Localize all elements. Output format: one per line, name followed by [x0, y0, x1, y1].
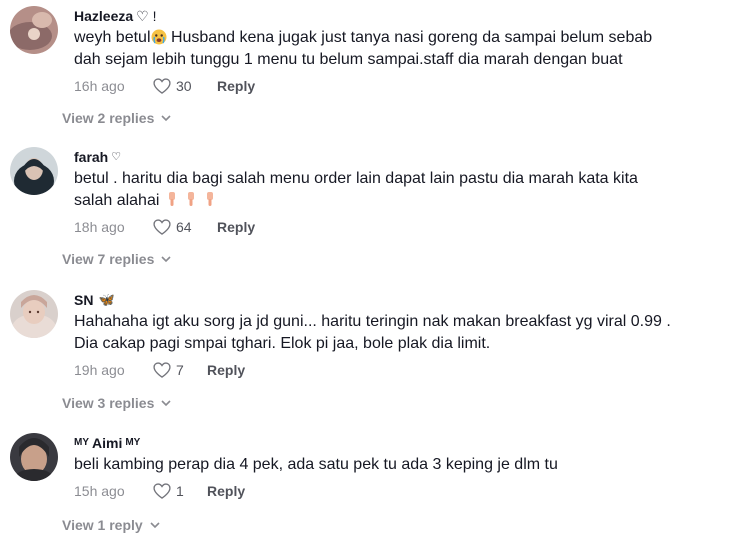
view-replies-button[interactable]: View 3 replies — [62, 395, 172, 411]
username-text: SN — [74, 292, 94, 308]
thumbs-down-emoji-icon — [187, 192, 194, 206]
avatar[interactable] — [10, 147, 58, 195]
like-count: 7 — [176, 362, 184, 378]
chevron-down-icon — [161, 256, 171, 263]
comment-meta: 18h ago 64 Reply — [74, 216, 725, 238]
crying-face-emoji-icon — [151, 29, 166, 45]
username-prefix: MY — [74, 437, 89, 448]
comment-username[interactable]: MY Aimi MY — [74, 433, 725, 453]
comment-time: 19h ago — [74, 362, 125, 378]
chevron-down-icon — [150, 522, 160, 529]
reply-button[interactable]: Reply — [207, 483, 245, 499]
heart-outline-icon — [153, 483, 171, 499]
heart-outline-icon — [153, 78, 171, 94]
comment-meta: 15h ago 1 Reply — [74, 480, 725, 502]
comment-username[interactable]: Hazleeza ♡ ! — [74, 6, 725, 26]
like-button[interactable]: 1 — [152, 481, 207, 501]
comment-username[interactable]: farah ♡ — [74, 147, 725, 167]
username-text: Hazleeza — [74, 8, 134, 24]
view-replies-button[interactable]: View 2 replies — [62, 110, 172, 126]
comment-text: weyh betul Husband kena jugak just tanya… — [74, 27, 725, 71]
view-replies-label: View 1 reply — [62, 517, 143, 533]
like-button[interactable]: 7 — [152, 360, 207, 380]
chevron-down-icon — [161, 115, 171, 122]
comment-text-part: betul . haritu dia bagi salah menu order… — [74, 170, 638, 209]
comment-time: 18h ago — [74, 219, 125, 235]
username-text: Aimi — [92, 435, 123, 451]
like-count: 1 — [176, 483, 184, 499]
avatar[interactable] — [10, 433, 58, 481]
comment-meta: 19h ago 7 Reply — [74, 359, 725, 381]
like-count: 64 — [176, 219, 192, 235]
comment-text-part: weyh betul — [74, 29, 151, 46]
view-replies-button[interactable]: View 7 replies — [62, 251, 172, 267]
thumbs-down-emoji-icon — [206, 192, 213, 206]
avatar[interactable] — [10, 6, 58, 54]
username-suffix: MY — [125, 437, 141, 448]
view-replies-label: View 7 replies — [62, 251, 155, 267]
view-replies-button[interactable]: View 1 reply — [62, 517, 161, 533]
view-replies-label: View 3 replies — [62, 395, 155, 411]
butterfly-emoji: 🦋 — [98, 292, 115, 307]
like-button[interactable]: 64 — [152, 217, 217, 237]
chevron-down-icon — [161, 400, 171, 407]
comment-text: beli kambing perap dia 4 pek, ada satu p… — [74, 456, 558, 473]
avatar[interactable] — [10, 290, 58, 338]
comment-time: 16h ago — [74, 78, 125, 94]
reply-button[interactable]: Reply — [217, 78, 255, 94]
thumbs-down-emoji-icon — [168, 192, 175, 206]
like-button[interactable]: 30 — [152, 76, 217, 96]
comment-time: 15h ago — [74, 483, 125, 499]
comment-text: Hahahaha igt aku sorg ja jd guni... hari… — [74, 313, 671, 352]
comment-meta: 16h ago 30 Reply — [74, 75, 725, 97]
comment-username[interactable]: SN 🦋 — [74, 290, 725, 310]
username-suffix: ♡ — [111, 151, 122, 163]
like-count: 30 — [176, 78, 192, 94]
username-text: farah — [74, 149, 109, 165]
reply-button[interactable]: Reply — [217, 219, 255, 235]
heart-outline-icon — [153, 362, 171, 378]
view-replies-label: View 2 replies — [62, 110, 155, 126]
comment-text: betul . haritu dia bagi salah menu order… — [74, 168, 725, 212]
username-suffix: ♡ ! — [136, 8, 157, 24]
reply-button[interactable]: Reply — [207, 362, 245, 378]
heart-outline-icon — [153, 219, 171, 235]
